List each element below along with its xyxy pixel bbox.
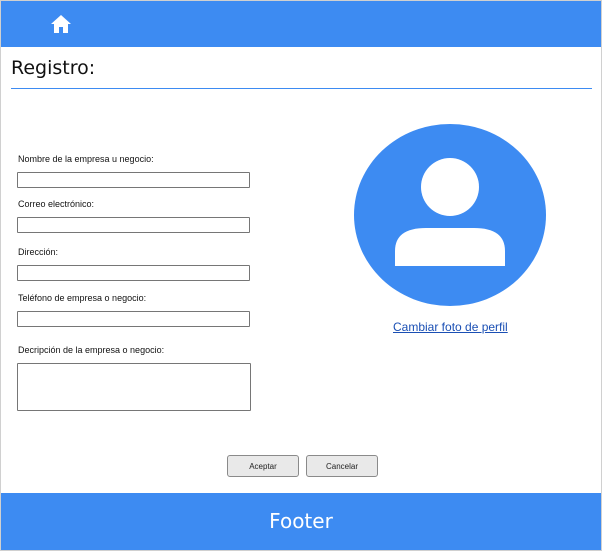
cancel-button[interactable]: Cancelar — [306, 455, 378, 477]
description-label: Decripción de la empresa o negocio: — [18, 345, 165, 355]
phone-label: Teléfono de empresa o negocio: — [18, 293, 147, 303]
title-divider — [11, 88, 592, 89]
phone-input[interactable] — [17, 311, 250, 327]
address-label: Dirección: — [18, 247, 59, 257]
footer-bar: Footer — [1, 493, 601, 550]
footer-text: Footer — [269, 509, 333, 533]
change-profile-photo-link[interactable]: Cambiar foto de perfil — [393, 320, 508, 334]
description-textarea[interactable] — [17, 363, 251, 411]
email-label: Correo electrónico: — [18, 199, 95, 209]
address-input[interactable] — [17, 265, 250, 281]
business-name-input[interactable] — [17, 172, 250, 188]
page-title: Registro: — [11, 57, 96, 79]
home-icon[interactable] — [49, 12, 73, 36]
user-avatar-icon — [354, 124, 546, 306]
accept-button[interactable]: Aceptar — [227, 455, 299, 477]
email-input[interactable] — [17, 217, 250, 233]
top-header-bar — [1, 1, 601, 47]
business-name-label: Nombre de la empresa u negocio: — [18, 154, 154, 164]
